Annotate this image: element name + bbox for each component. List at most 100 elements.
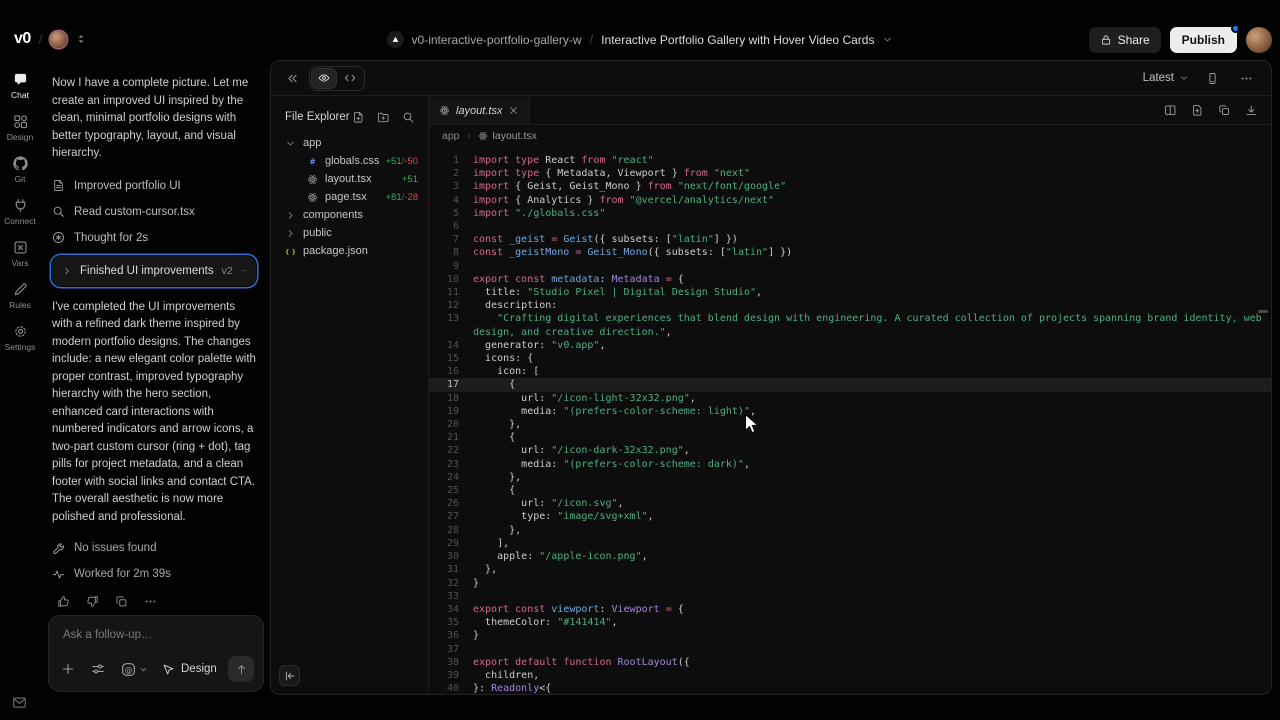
team-switcher-icon[interactable]	[75, 33, 87, 45]
rail-item-rules[interactable]: Rules	[0, 282, 40, 310]
file-tree-item-globals-css[interactable]: # globals.css +51/-50	[271, 152, 428, 170]
chat-step[interactable]: Thought for 2s	[52, 225, 256, 251]
design-mode-chip[interactable]: Design	[162, 663, 217, 676]
code-line[interactable]: 19 media: "(prefers-color-scheme: light)…	[429, 405, 1271, 418]
rail-item-design[interactable]: Design	[0, 114, 40, 142]
copy-button[interactable]	[110, 590, 132, 612]
code-line[interactable]: 26 url: "/icon.svg",	[429, 497, 1271, 510]
code-line[interactable]: 6	[429, 220, 1271, 233]
publish-button[interactable]: Publish	[1170, 27, 1237, 53]
code-line[interactable]: 33	[429, 590, 1271, 603]
project-name[interactable]: v0-interactive-portfolio-gallery-w	[412, 33, 582, 47]
finished-task-card[interactable]: Finished UI improvements v2	[52, 256, 256, 286]
code-line[interactable]: 12 description:	[429, 299, 1271, 312]
version-dropdown[interactable]: Latest	[1143, 72, 1189, 84]
close-icon[interactable]	[508, 105, 519, 116]
team-avatar[interactable]	[50, 31, 67, 48]
search-button[interactable]	[400, 109, 416, 125]
thumbs-down-button[interactable]	[81, 590, 103, 612]
code-line[interactable]: 31 },	[429, 563, 1271, 576]
code-line[interactable]: 3import { Geist, Geist_Mono } from "next…	[429, 180, 1271, 193]
rail-item-vars[interactable]: Vars	[0, 240, 40, 268]
status-row[interactable]: Worked for 2m 39s	[52, 561, 256, 587]
code-line[interactable]: 11 title: "Studio Pixel | Digital Design…	[429, 286, 1271, 299]
code-line[interactable]: 28 },	[429, 524, 1271, 537]
file-diff-button[interactable]	[1189, 103, 1205, 119]
file-plus-button[interactable]	[350, 109, 366, 125]
code-line[interactable]: 1import type React from "react"	[429, 154, 1271, 167]
panel-more-button[interactable]	[1235, 67, 1257, 89]
code-line[interactable]: 24 },	[429, 471, 1271, 484]
code-line[interactable]: 32}	[429, 577, 1271, 590]
code-line[interactable]: 10export const metadata: Metadata = {	[429, 273, 1271, 286]
chat-title[interactable]: Interactive Portfolio Gallery with Hover…	[601, 33, 874, 47]
follow-up-input[interactable]	[55, 622, 257, 648]
breadcrumb-folder[interactable]: app	[442, 130, 460, 142]
code-line[interactable]: 7const _geist = Geist({ subsets: ["latin…	[429, 233, 1271, 246]
rail-item-chat[interactable]: Chat	[0, 72, 40, 100]
code-line[interactable]: 14 generator: "v0.app",	[429, 339, 1271, 352]
code-line[interactable]: 9	[429, 260, 1271, 273]
collapse-explorer-button[interactable]	[279, 665, 300, 686]
rail-item-settings[interactable]: Settings	[0, 324, 40, 352]
code-line[interactable]: 20 },	[429, 418, 1271, 431]
code-line[interactable]: 35 themeColor: "#141414",	[429, 616, 1271, 629]
chevron-down-icon[interactable]	[882, 34, 893, 45]
code-line[interactable]: 38export default function RootLayout({	[429, 656, 1271, 669]
code-toggle-button[interactable]	[338, 69, 362, 88]
code-line[interactable]: 8const _geistMono = Geist_Mono({ subsets…	[429, 246, 1271, 259]
mail-icon[interactable]	[12, 695, 27, 710]
code-line[interactable]: 37	[429, 643, 1271, 656]
file-tree-item-public[interactable]: public	[271, 224, 428, 242]
code-line[interactable]: 27 type: "image/svg+xml",	[429, 510, 1271, 523]
send-button[interactable]	[228, 656, 254, 682]
folder-plus-button[interactable]	[375, 109, 391, 125]
code-line[interactable]: 17 {	[429, 378, 1271, 391]
code-line[interactable]: 22 url: "/icon-dark-32x32.png",	[429, 444, 1271, 457]
code-line[interactable]: 21 {	[429, 431, 1271, 444]
copy-button[interactable]	[1216, 103, 1232, 119]
code-line[interactable]: 36}	[429, 629, 1271, 642]
file-tree-item-layout-tsx[interactable]: layout.tsx +51	[271, 170, 428, 188]
rail-item-git[interactable]: Git	[0, 156, 40, 184]
code-line[interactable]: 39 children,	[429, 669, 1271, 682]
chat-step[interactable]: Read custom-cursor.tsx	[52, 199, 256, 225]
code-line[interactable]: 34export const viewport: Viewport = {	[429, 603, 1271, 616]
code-line[interactable]: 23 media: "(prefers-color-scheme: dark)"…	[429, 458, 1271, 471]
code-line[interactable]: 16 icon: [	[429, 365, 1271, 378]
file-tree-item-components[interactable]: components	[271, 206, 428, 224]
file-tree-item-page-tsx[interactable]: page.tsx +81/-28	[271, 188, 428, 206]
thumbs-up-button[interactable]	[52, 590, 74, 612]
settings-sliders-button[interactable]	[91, 662, 105, 676]
download-button[interactable]	[1243, 103, 1259, 119]
code-line[interactable]: 18 url: "/icon-light-32x32.png",	[429, 392, 1271, 405]
code-line[interactable]: 30 apple: "/apple-icon.png",	[429, 550, 1271, 563]
attach-button[interactable]	[61, 662, 75, 676]
code-line[interactable]: 40}: Readonly<{	[429, 682, 1271, 694]
preview-toggle-button[interactable]	[312, 69, 336, 88]
chat-step[interactable]: Improved portfolio UI	[52, 173, 256, 199]
file-tree-item-app[interactable]: app	[271, 134, 428, 152]
code-area[interactable]: 1import type React from "react" 2import …	[429, 146, 1271, 694]
code-line[interactable]: 4import { Analytics } from "@vercel/anal…	[429, 194, 1271, 207]
scrollbar-thumb[interactable]	[1258, 310, 1268, 313]
code-line[interactable]: 2import type { Metadata, Viewport } from…	[429, 167, 1271, 180]
project-icon-circle[interactable]	[387, 31, 404, 48]
tab-layout-tsx[interactable]: layout.tsx	[429, 97, 530, 124]
status-row[interactable]: No issues found	[52, 535, 256, 561]
collapse-panel-button[interactable]	[281, 67, 303, 89]
share-button[interactable]: Share	[1089, 27, 1161, 53]
code-line[interactable]: 29 ],	[429, 537, 1271, 550]
rail-item-connect[interactable]: Connect	[0, 198, 40, 226]
breadcrumb-file[interactable]: layout.tsx	[493, 130, 537, 142]
user-avatar[interactable]	[1246, 27, 1272, 53]
code-line[interactable]: 15 icons: {	[429, 352, 1271, 365]
split-view-button[interactable]	[1162, 103, 1178, 119]
code-line[interactable]: 25 {	[429, 484, 1271, 497]
file-tree-item-package-json[interactable]: { } package.json	[271, 242, 428, 260]
code-line[interactable]: 13 "Crafting digital experiences that bl…	[429, 312, 1271, 338]
mention-chip[interactable]: @	[121, 662, 148, 677]
more-options-icon[interactable]	[241, 264, 246, 277]
more-button[interactable]	[139, 590, 161, 612]
device-preview-button[interactable]	[1201, 67, 1223, 89]
